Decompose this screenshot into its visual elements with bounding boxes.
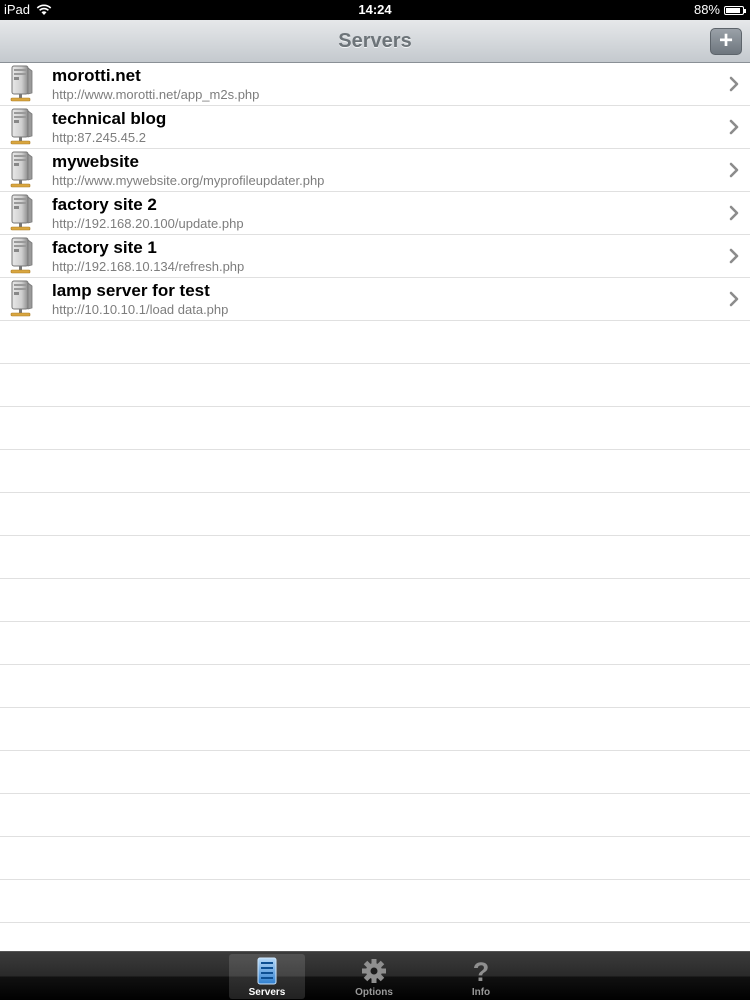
tab-info[interactable]: ? Info bbox=[443, 954, 519, 999]
server-row[interactable]: technical blog http:87.245.45.2 bbox=[0, 106, 750, 149]
server-row[interactable]: factory site 1 http://192.168.10.134/refr… bbox=[0, 235, 750, 278]
server-icon bbox=[9, 280, 35, 318]
server-icon bbox=[9, 194, 35, 232]
chevron-right-icon bbox=[729, 290, 739, 308]
server-row[interactable]: lamp server for test http://10.10.10.1/lo… bbox=[0, 278, 750, 321]
battery-icon bbox=[724, 5, 746, 15]
battery-level bbox=[726, 7, 741, 13]
chevron-right-icon bbox=[729, 161, 739, 179]
server-name: morotti.net bbox=[52, 66, 141, 85]
server-name: factory site 2 bbox=[52, 195, 157, 214]
chevron-right-icon bbox=[729, 118, 739, 136]
navigation-bar: Servers + bbox=[0, 20, 750, 63]
tab-label: Servers bbox=[248, 987, 286, 998]
tab-label: Options bbox=[355, 987, 393, 998]
gear-icon bbox=[361, 957, 387, 985]
add-server-button[interactable]: + bbox=[710, 28, 742, 55]
battery-percent: 88% bbox=[693, 2, 720, 17]
svg-text:?: ? bbox=[473, 957, 490, 985]
chevron-right-icon bbox=[729, 75, 739, 93]
server-icon bbox=[9, 108, 35, 146]
server-icon bbox=[9, 65, 35, 103]
page-title: Servers bbox=[338, 30, 412, 52]
server-row[interactable]: mywebsite http://www.mywebsite.org/myprof… bbox=[0, 149, 750, 192]
screen: iPad 14:24 88% Servers + morotti.net htt… bbox=[0, 0, 750, 1000]
server-icon bbox=[9, 237, 35, 275]
tab-servers[interactable]: Servers bbox=[229, 954, 305, 999]
server-list: morotti.net http://www.morotti.net/app_m2… bbox=[0, 63, 750, 951]
status-time: 14:24 bbox=[358, 2, 392, 17]
server-name: factory site 1 bbox=[52, 238, 157, 257]
server-row[interactable]: morotti.net http://www.morotti.net/app_m2… bbox=[0, 63, 750, 106]
tab-label: Info bbox=[471, 987, 491, 998]
tab-options[interactable]: Options bbox=[336, 954, 412, 999]
status-bar: iPad 14:24 88% bbox=[0, 0, 750, 20]
server-url: http:87.245.45.2 bbox=[52, 130, 146, 145]
server-name: mywebsite bbox=[52, 152, 139, 171]
server-url: http://192.168.10.134/refresh.php bbox=[52, 259, 245, 274]
chevron-right-icon bbox=[729, 204, 739, 222]
server-url: http://10.10.10.1/load data.php bbox=[52, 302, 229, 317]
server-name: technical blog bbox=[52, 109, 167, 128]
server-row[interactable]: factory site 2 http://192.168.20.100/upda… bbox=[0, 192, 750, 235]
server-name: lamp server for test bbox=[52, 281, 210, 300]
server-url: http://192.168.20.100/update.php bbox=[52, 216, 244, 231]
question-icon: ? bbox=[468, 957, 494, 987]
server-url: http://www.morotti.net/app_m2s.php bbox=[52, 87, 260, 102]
tab-bar: Servers Options ? Info bbox=[0, 951, 750, 1000]
chevron-right-icon bbox=[729, 247, 739, 265]
server-icon bbox=[254, 957, 280, 985]
server-icon bbox=[9, 151, 35, 189]
server-url: http://www.mywebsite.org/myprofileupdate… bbox=[52, 173, 325, 188]
